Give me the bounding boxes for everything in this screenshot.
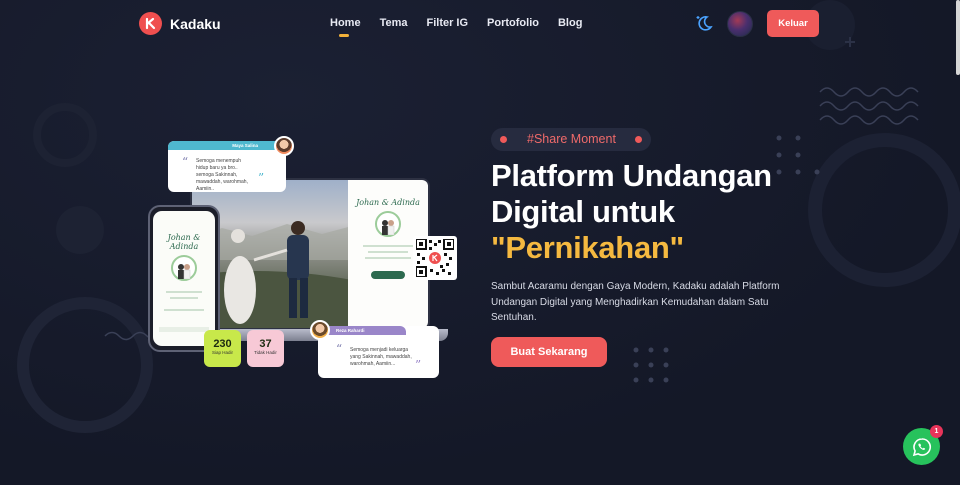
comment-bottom-name: Reza Rahardi [336, 328, 365, 333]
logout-button[interactable]: Keluar [767, 10, 819, 37]
page: Kadaku Home Tema Filter IG Portofolio Bl… [0, 0, 960, 485]
laptop-mockup: Johan & Adinda [190, 178, 430, 330]
phone-invitation-screen: Johan & Adinda [153, 211, 215, 346]
stat-present: 230 Siap Hadir [204, 330, 241, 367]
hero-tag-text: #Share Moment [527, 132, 616, 146]
quote-open-icon: “ [182, 155, 189, 169]
tag-dot-left [500, 136, 507, 143]
notification-badge: 1 [930, 425, 943, 438]
comment-card-top: Maya Salina “ Semoga menempuh hidup baru… [168, 141, 286, 192]
comment-top-header: Maya Salina [168, 141, 286, 150]
comment-card-bottom: Reza Rahardi “ Semoga menjadi keluarga y… [318, 326, 439, 378]
hero-tag: #Share Moment [491, 128, 651, 151]
nav-item-tema[interactable]: Tema [380, 17, 408, 29]
site-header: Kadaku Home Tema Filter IG Portofolio Bl… [0, 0, 960, 48]
phone-invite-names: Johan & Adinda [167, 233, 201, 251]
whatsapp-icon [912, 437, 931, 456]
couple-illustration [375, 211, 401, 237]
nav-item-home[interactable]: Home [330, 17, 361, 37]
hero-title-highlight: "Pernikahan" [491, 230, 684, 265]
hero-description: Sambut Acaramu dengan Gaya Modern, Kadak… [491, 281, 780, 323]
comment-bottom-text: Semoga menjadi keluarga yang Sakinnah, m… [350, 347, 412, 367]
qr-code [413, 236, 457, 280]
quote-close-icon: ” [258, 171, 265, 185]
kadaku-k-logo-icon [139, 12, 162, 35]
brand-logo[interactable]: Kadaku [139, 12, 221, 35]
stat-present-label: Siap Hadir [211, 350, 233, 355]
scrollbar[interactable] [956, 0, 960, 75]
phone-couple-illustration [171, 255, 197, 281]
quote-close-icon-2: ” [415, 358, 422, 372]
comment-top-text: Semoga menempuh hidup baru ya bro.. semo… [196, 158, 248, 192]
stat-absent-label: Tidak Hadir [254, 350, 277, 355]
brand-name: Kadaku [170, 15, 221, 32]
comment-top-name: Maya Salina [232, 143, 258, 148]
stat-absent: 37 Tidak Hadir [247, 330, 284, 367]
hero-title: Platform Undangan Digital untuk "Pernika… [491, 158, 821, 266]
user-avatar[interactable] [727, 11, 753, 37]
stat-present-value: 230 [213, 338, 232, 350]
main-nav: Home Tema Filter IG Portofolio Blog [330, 17, 582, 37]
create-now-button[interactable]: Buat Sekarang [491, 337, 607, 367]
moon-icon[interactable] [694, 13, 714, 33]
laptop-invite-names: Johan & Adinda [356, 198, 420, 207]
quote-open-icon-2: “ [336, 342, 343, 356]
nav-item-filter-ig[interactable]: Filter IG [426, 17, 468, 29]
comment-bottom-header: Reza Rahardi [318, 326, 406, 335]
commenter-avatar-top [274, 136, 294, 156]
hero-title-line1: Platform Undangan [491, 158, 772, 193]
commenter-avatar-bottom [310, 320, 330, 340]
nav-item-portofolio[interactable]: Portofolio [487, 17, 539, 29]
hero-title-line2: Digital untuk [491, 194, 675, 229]
tag-dot-right [635, 136, 642, 143]
nav-item-blog[interactable]: Blog [558, 17, 582, 29]
stat-absent-value: 37 [259, 338, 272, 350]
